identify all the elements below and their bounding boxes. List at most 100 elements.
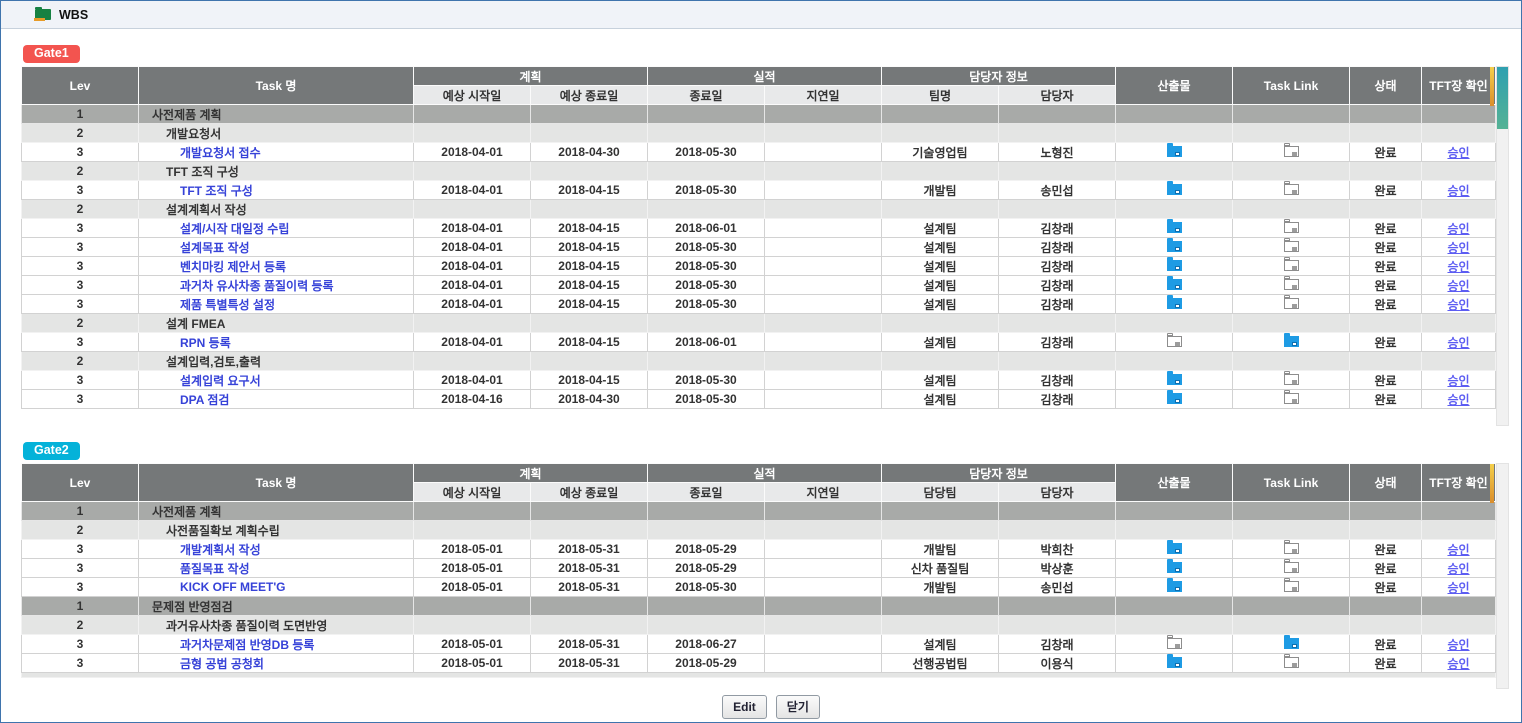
plan-start-cell: 2018-05-01: [414, 578, 531, 597]
deliverable-folder-icon[interactable]: [1167, 336, 1182, 347]
approve-link[interactable]: 승인: [1447, 562, 1469, 576]
person-cell: 김창래: [999, 371, 1116, 390]
person-cell: 김창래: [999, 635, 1116, 654]
task-name-link[interactable]: 품질목표 작성: [180, 562, 250, 576]
task-link-folder-icon[interactable]: [1284, 581, 1299, 592]
task-name-link[interactable]: KICK OFF MEET'G: [180, 580, 286, 594]
deliverable-cell: [1116, 616, 1233, 635]
task-name-link[interactable]: 설계목표 작성: [180, 241, 250, 255]
status-cell: [1350, 162, 1422, 181]
team-cell: 개발팀: [882, 540, 999, 559]
approve-link[interactable]: 승인: [1447, 260, 1469, 274]
task-name-link[interactable]: 설계입력 요구서: [180, 374, 261, 388]
task-cell: 과거유사차종 품질이력 도면반영: [139, 616, 414, 635]
plan-end-cell: [531, 124, 648, 143]
task-link-folder-icon[interactable]: [1284, 657, 1299, 668]
approve-link[interactable]: 승인: [1447, 222, 1469, 236]
task-link-folder-icon[interactable]: [1284, 241, 1299, 252]
plan-end-cell: [531, 616, 648, 635]
actual-end-cell: 2018-06-27: [648, 635, 765, 654]
person-cell: [999, 502, 1116, 521]
task-name-link[interactable]: DPA 점검: [180, 393, 229, 407]
approve-link[interactable]: 승인: [1447, 543, 1469, 557]
approve-link[interactable]: 승인: [1447, 336, 1469, 350]
task-link-folder-icon[interactable]: [1284, 336, 1299, 347]
team-cell: 설계팀: [882, 238, 999, 257]
task-cell: 사전품질확보 계획수립: [139, 521, 414, 540]
task-link-folder-icon[interactable]: [1284, 562, 1299, 573]
task-link-folder-icon[interactable]: [1284, 260, 1299, 271]
deliverable-folder-icon[interactable]: [1167, 374, 1182, 385]
task-name-link[interactable]: 개발계획서 작성: [180, 543, 261, 557]
deliverable-folder-icon[interactable]: [1167, 260, 1182, 271]
approve-link[interactable]: 승인: [1447, 279, 1469, 293]
task-link-folder-icon[interactable]: [1284, 298, 1299, 309]
tft-confirm-cell: 승인: [1422, 257, 1496, 276]
lev-cell: 3: [22, 559, 139, 578]
task-link-cell: [1233, 616, 1350, 635]
approve-link[interactable]: 승인: [1447, 393, 1469, 407]
table-row: 2설계계획서 작성: [22, 200, 1496, 219]
deliverable-folder-icon[interactable]: [1167, 393, 1182, 404]
deliverable-folder-icon[interactable]: [1167, 146, 1182, 157]
gate1-scrollbar-thumb[interactable]: [1497, 67, 1508, 129]
deliverable-cell: [1116, 238, 1233, 257]
approve-link[interactable]: 승인: [1447, 241, 1469, 255]
approve-link[interactable]: 승인: [1447, 581, 1469, 595]
delay-cell: [765, 257, 882, 276]
approve-link[interactable]: 승인: [1447, 374, 1469, 388]
status-cell: 완료: [1350, 257, 1422, 276]
task-name-link[interactable]: 개발요청서 접수: [180, 146, 261, 160]
task-name-link[interactable]: 과거차 유사차종 품질이력 등록: [180, 279, 334, 293]
task-link-folder-icon[interactable]: [1284, 184, 1299, 195]
deliverable-folder-icon[interactable]: [1167, 543, 1182, 554]
approve-link[interactable]: 승인: [1447, 638, 1469, 652]
task-name-link[interactable]: 벤치마킹 제안서 등록: [180, 260, 286, 274]
deliverable-folder-icon[interactable]: [1167, 581, 1182, 592]
status-cell: 완료: [1350, 559, 1422, 578]
col-header-plan-start: 예상 시작일: [414, 483, 531, 502]
deliverable-folder-icon[interactable]: [1167, 184, 1182, 195]
approve-link[interactable]: 승인: [1447, 146, 1469, 160]
task-name-link[interactable]: 설계/시작 대일정 수립: [180, 222, 289, 236]
plan-end-cell: [531, 502, 648, 521]
plan-start-cell: 2018-05-01: [414, 540, 531, 559]
deliverable-folder-icon[interactable]: [1167, 562, 1182, 573]
deliverable-folder-icon[interactable]: [1167, 241, 1182, 252]
task-name-link[interactable]: RPN 등록: [180, 336, 231, 350]
deliverable-folder-icon[interactable]: [1167, 638, 1182, 649]
task-link-folder-icon[interactable]: [1284, 393, 1299, 404]
task-name-link[interactable]: 제품 특별특성 설정: [180, 298, 275, 312]
deliverable-folder-icon[interactable]: [1167, 298, 1182, 309]
gate2-vertical-scrollbar[interactable]: [1496, 463, 1509, 689]
person-cell: [999, 162, 1116, 181]
delay-cell: [765, 105, 882, 124]
approve-link[interactable]: 승인: [1447, 298, 1469, 312]
task-link-folder-icon[interactable]: [1284, 374, 1299, 385]
person-cell: [999, 616, 1116, 635]
task-link-folder-icon[interactable]: [1284, 543, 1299, 554]
approve-link[interactable]: 승인: [1447, 184, 1469, 198]
person-cell: 김창래: [999, 276, 1116, 295]
plan-start-cell: 2018-04-01: [414, 333, 531, 352]
task-name-link[interactable]: 과거차문제점 반영DB 등록: [180, 638, 314, 652]
team-cell: 기술영업팀: [882, 143, 999, 162]
deliverable-folder-icon[interactable]: [1167, 657, 1182, 668]
task-link-folder-icon[interactable]: [1284, 222, 1299, 233]
deliverable-folder-icon[interactable]: [1167, 279, 1182, 290]
tft-confirm-cell: [1422, 105, 1496, 124]
table-row: 3설계입력 요구서2018-04-012018-04-152018-05-30설…: [22, 371, 1496, 390]
task-link-folder-icon[interactable]: [1284, 638, 1299, 649]
gate1-vertical-scrollbar[interactable]: [1496, 66, 1509, 426]
edit-button[interactable]: Edit: [722, 695, 767, 719]
close-button[interactable]: 닫기: [776, 695, 820, 719]
tft-confirm-cell: [1422, 616, 1496, 635]
table-row: 3제품 특별특성 설정2018-04-012018-04-152018-05-3…: [22, 295, 1496, 314]
task-link-folder-icon[interactable]: [1284, 279, 1299, 290]
approve-link[interactable]: 승인: [1447, 657, 1469, 671]
task-name-link[interactable]: 금형 공법 공청회: [180, 657, 264, 671]
deliverable-folder-icon[interactable]: [1167, 222, 1182, 233]
task-name-link[interactable]: TFT 조직 구성: [180, 184, 253, 198]
task-link-folder-icon[interactable]: [1284, 146, 1299, 157]
lev-cell: 3: [22, 219, 139, 238]
